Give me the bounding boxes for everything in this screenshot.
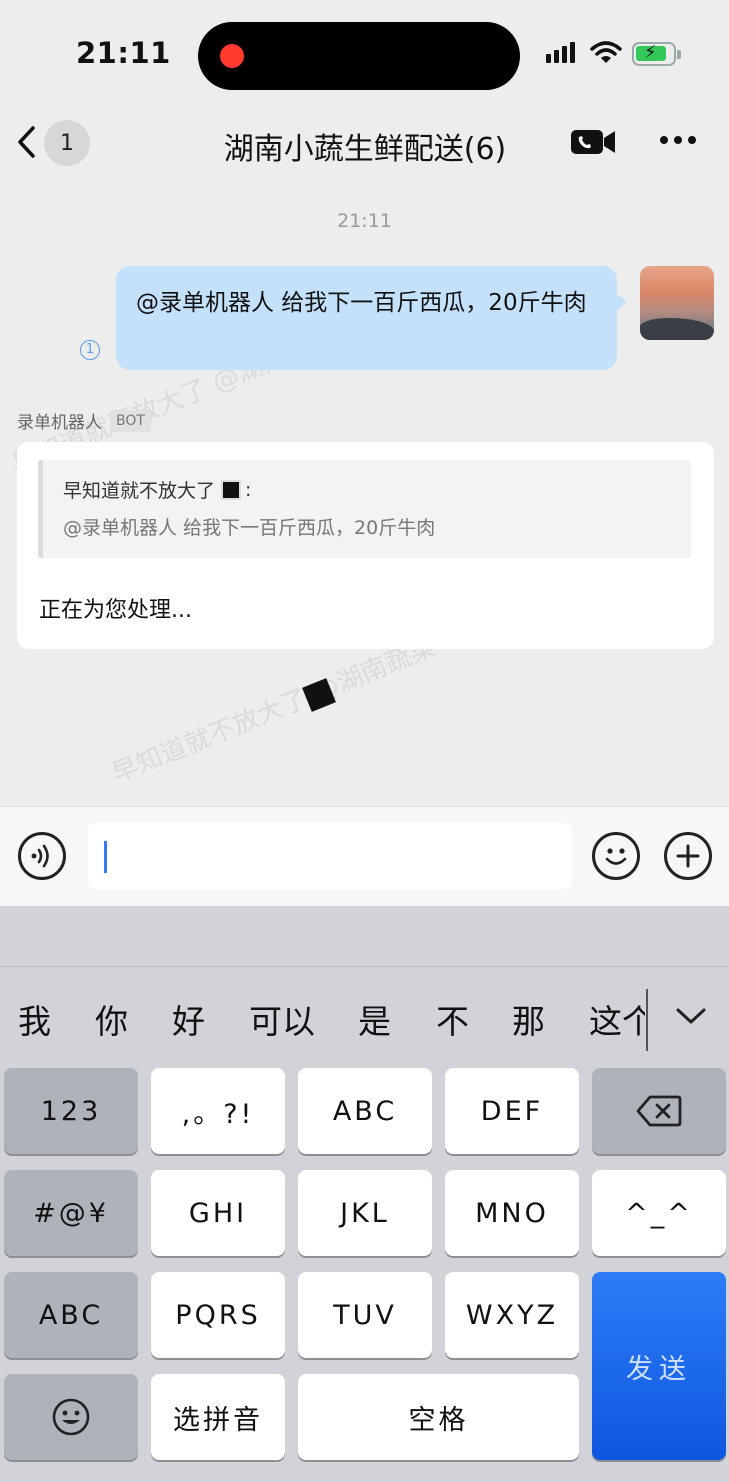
square-emoji-icon (302, 678, 336, 712)
backspace-key[interactable] (592, 1068, 726, 1154)
quote-author: 早知道就不放大了 (63, 480, 216, 502)
read-status-icon: 1 (80, 340, 100, 360)
candidate-word[interactable]: 可以 (249, 995, 315, 1043)
key-def[interactable]: DEF (445, 1068, 579, 1154)
bot-sender: 录单机器人 BOT (17, 408, 151, 433)
key-punctuation[interactable]: ,。?! (151, 1068, 285, 1154)
user-avatar[interactable] (640, 266, 714, 340)
candidate-word[interactable]: 不 (436, 995, 469, 1043)
candidate-word[interactable]: 我 (18, 995, 51, 1043)
battery-icon: ⚡ (632, 42, 681, 66)
chat-header: 1 湖南小蔬生鲜配送(6) (0, 110, 729, 176)
video-call-icon[interactable] (570, 128, 616, 156)
keyboard: 我 你 好 可以 是 不 那 这个 123 ,。?! ABC DEF #@¥ G… (0, 906, 729, 1482)
key-wxyz[interactable]: WXYZ (445, 1272, 579, 1358)
unread-count-badge[interactable]: 1 (44, 120, 90, 166)
candidate-divider (646, 989, 648, 1051)
status-bar: 21:11 ⚡ (0, 0, 729, 100)
candidate-word[interactable]: 你 (95, 995, 128, 1043)
square-emoji-icon (221, 479, 242, 500)
bot-name: 录单机器人 (17, 413, 102, 433)
bot-reply-text: 正在为您处理... (39, 598, 192, 623)
key-ghi[interactable]: GHI (151, 1170, 285, 1256)
chat-title: 湖南小蔬生鲜配送(6) (223, 132, 507, 167)
key-symbols[interactable]: #@¥ (4, 1170, 138, 1256)
key-select-pinyin[interactable]: 选拼音 (151, 1374, 285, 1460)
key-mno[interactable]: MNO (445, 1170, 579, 1256)
candidate-bar: 我 你 好 可以 是 不 那 这个 (0, 966, 729, 1062)
recording-indicator (220, 44, 244, 68)
key-abc-mode[interactable]: ABC (4, 1272, 138, 1358)
backspace-icon (636, 1095, 682, 1127)
quote-text: @录单机器人 给我下一百斤西瓜，20斤牛肉 (63, 517, 436, 539)
candidate-word[interactable]: 是 (358, 995, 391, 1043)
more-options-icon[interactable] (660, 136, 696, 144)
signal-icon (546, 42, 575, 63)
outgoing-message-bubble[interactable]: @录单机器人 给我下一百斤西瓜，20斤牛肉 (116, 266, 627, 370)
key-emoticon[interactable]: ^_^ (592, 1170, 726, 1256)
wifi-icon (590, 41, 622, 63)
message-timestamp: 21:11 (337, 210, 392, 232)
key-pqrs[interactable]: PQRS (151, 1272, 285, 1358)
emoji-icon (52, 1398, 90, 1436)
key-tuv[interactable]: TUV (298, 1272, 432, 1358)
watermark: 早知道就不放大了 @湖南蔬菜 (107, 632, 441, 790)
candidate-word[interactable]: 这个 (589, 995, 645, 1043)
dynamic-island (198, 22, 520, 90)
status-time: 21:11 (76, 36, 171, 70)
voice-input-icon[interactable] (18, 832, 66, 880)
quote-colon: : (245, 478, 252, 501)
key-jkl[interactable]: JKL (298, 1170, 432, 1256)
quoted-message[interactable]: 早知道就不放大了 : @录单机器人 给我下一百斤西瓜，20斤牛肉 (38, 460, 691, 558)
send-key[interactable]: 发送 (592, 1272, 726, 1460)
candidate-word[interactable]: 好 (172, 995, 205, 1043)
key-abc[interactable]: ABC (298, 1068, 432, 1154)
space-key[interactable]: 空格 (298, 1374, 579, 1460)
input-bar (0, 806, 729, 906)
emoji-icon[interactable] (592, 832, 640, 880)
plus-icon[interactable] (664, 832, 712, 880)
back-icon[interactable] (14, 124, 38, 160)
bot-message-card[interactable]: 早知道就不放大了 : @录单机器人 给我下一百斤西瓜，20斤牛肉 正在为您处理.… (17, 442, 714, 649)
chevron-down-icon[interactable] (674, 1005, 708, 1027)
candidate-word[interactable]: 那 (512, 995, 545, 1043)
bot-badge: BOT (110, 409, 151, 432)
text-cursor (104, 841, 107, 873)
quote-author-line: 早知道就不放大了 : (63, 476, 691, 503)
emoji-key[interactable] (4, 1374, 138, 1460)
message-input[interactable] (88, 823, 572, 889)
key-123[interactable]: 123 (4, 1068, 138, 1154)
